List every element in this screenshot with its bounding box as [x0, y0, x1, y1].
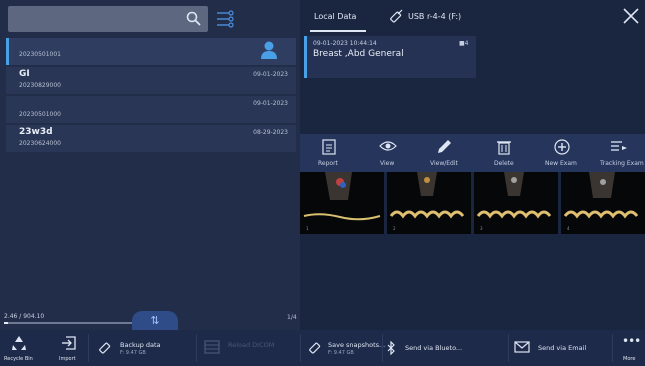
patient-row[interactable]: 23w3d 20230624000 08-29-2023 [6, 125, 296, 152]
send-email-button[interactable]: Send via Email [512, 330, 608, 366]
recycle-icon [12, 336, 26, 350]
image-thumbnail[interactable]: 2 [387, 172, 471, 234]
dicom-icon [204, 340, 220, 354]
person-icon [261, 41, 277, 59]
tab-usb[interactable]: USB r-4-4 (F:) [408, 12, 461, 21]
divider [508, 334, 509, 362]
ultrasound-image: 1 [303, 172, 381, 231]
ultrasound-image: 2 [389, 172, 465, 231]
ultrasound-image: 4 [563, 172, 639, 231]
trash-icon [497, 141, 511, 155]
patient-row[interactable]: GI 20230829000 09-01-2023 [6, 67, 296, 94]
report-button[interactable]: Report [306, 134, 352, 172]
import-button[interactable]: Import [56, 330, 82, 366]
svg-text:3: 3 [480, 226, 483, 231]
sort-button[interactable]: ⇅ [132, 311, 178, 331]
patient-list: 20230501001 GI 20230829000 09-01-2023 20… [6, 38, 296, 154]
patient-name: 23w3d [19, 127, 53, 137]
svg-text:1: 1 [306, 226, 309, 231]
image-thumbnail[interactable]: 3 [474, 172, 558, 234]
tracking-exam-button[interactable]: Tracking Exam [596, 134, 645, 172]
image-thumbnails: 1 2 3 4 [300, 172, 645, 234]
exam-card[interactable]: 09-01-2023 10:44:14 Breast ,Abd General … [304, 36, 476, 78]
patient-id: 20230624000 [19, 140, 61, 147]
exam-toolbar: Report View View/Edit Delete New Exam Tr… [300, 134, 645, 172]
divider [612, 334, 613, 362]
report-icon [322, 139, 336, 155]
recycle-bin-button[interactable]: Recycle Bin [4, 330, 34, 366]
email-icon [514, 341, 530, 353]
view-edit-button[interactable]: View/Edit [424, 134, 464, 172]
bottom-action-bar: Recycle Bin Import Backup data F: 9.47 G… [0, 330, 645, 366]
sort-arrows-icon: ⇅ [150, 314, 160, 327]
more-icon: ••• [622, 334, 641, 348]
divider [196, 334, 197, 362]
usb-icon [309, 342, 321, 354]
tracking-icon [611, 141, 627, 151]
tab-local-data[interactable]: Local Data [314, 12, 356, 21]
svg-text:4: 4 [567, 226, 570, 231]
source-tabs: Local Data USB r-4-4 (F:) [300, 0, 645, 34]
page-count: 1/4 [287, 314, 297, 321]
new-exam-button[interactable]: New Exam [540, 134, 584, 172]
bluetooth-icon [387, 341, 395, 355]
divider [88, 334, 89, 362]
search-row [8, 6, 300, 34]
image-thumbnail[interactable]: 1 [300, 172, 384, 234]
pencil-icon [438, 140, 451, 153]
image-thumbnail[interactable]: 4 [561, 172, 645, 234]
patient-id: 20230501000 [19, 111, 61, 118]
storage-bar-fill [4, 322, 8, 324]
patient-panel: 20230501001 GI 20230829000 09-01-2023 20… [0, 0, 300, 366]
svg-text:2: 2 [393, 226, 396, 231]
delete-button[interactable]: Delete [484, 134, 524, 172]
more-button[interactable]: ••• More [616, 330, 644, 366]
patient-date: 08-29-2023 [253, 129, 288, 136]
usb-icon [390, 9, 403, 23]
storage-bar [4, 322, 134, 324]
exam-title: Breast ,Abd General [313, 49, 404, 59]
backup-data-button[interactable]: Backup data F: 9.47 GB [94, 330, 190, 366]
filter-icon[interactable] [216, 9, 234, 29]
ultrasound-image: 3 [476, 172, 552, 231]
divider [300, 334, 301, 362]
patient-date: 09-01-2023 [253, 71, 288, 78]
import-icon [62, 336, 76, 350]
tab-active-indicator [310, 30, 366, 32]
patient-id: 20230829000 [19, 82, 61, 89]
search-icon[interactable] [186, 11, 202, 27]
send-bluetooth-button[interactable]: Send via Blueto... [386, 330, 504, 366]
reload-dicom-button[interactable]: Reload DICOM [202, 330, 296, 366]
patient-date: 09-01-2023 [253, 100, 288, 107]
view-button[interactable]: View [368, 134, 408, 172]
save-snapshots-button[interactable]: Save snapshots... F: 9.47 GB [306, 330, 385, 366]
patient-name: GI [19, 69, 30, 79]
exam-date: 09-01-2023 10:44:14 [313, 40, 377, 47]
storage-usage: 2.46 / 904.10 [4, 313, 45, 320]
divider [382, 334, 383, 362]
patient-id: 20230501001 [19, 51, 61, 58]
patient-row[interactable]: 20230501000 09-01-2023 [6, 96, 296, 123]
patient-row[interactable]: 20230501001 [6, 38, 296, 65]
usb-icon [99, 342, 111, 354]
exam-panel: Local Data USB r-4-4 (F:) 09-01-2023 10:… [300, 0, 645, 330]
plus-circle-icon [554, 139, 570, 155]
eye-icon [379, 141, 397, 151]
exam-image-count: ■4 [459, 40, 469, 47]
search-input[interactable] [8, 6, 208, 32]
close-icon[interactable] [622, 7, 640, 25]
